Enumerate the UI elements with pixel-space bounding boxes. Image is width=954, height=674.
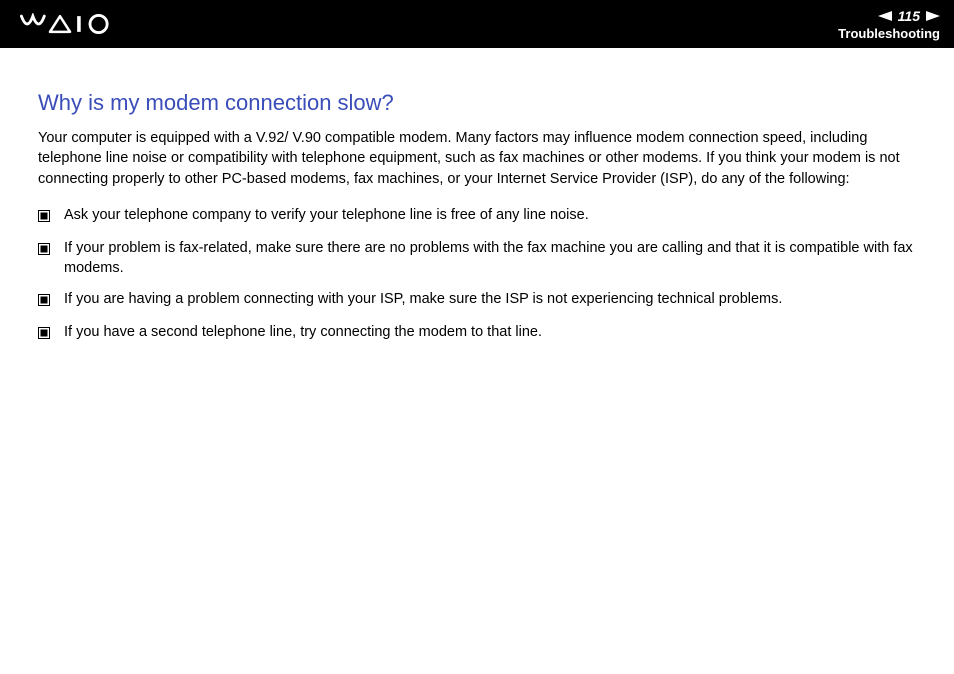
bullet-text: If you have a second telephone line, try… xyxy=(64,322,916,342)
bullet-text: If your problem is fax-related, make sur… xyxy=(64,238,916,279)
vaio-logo xyxy=(20,13,120,35)
bullet-text: If you are having a problem connecting w… xyxy=(64,289,916,309)
content-area: Why is my modem connection slow? Your co… xyxy=(0,48,954,375)
list-item: If your problem is fax-related, make sur… xyxy=(38,238,916,279)
page-number: 115 xyxy=(898,8,920,24)
page-nav: 115 xyxy=(878,8,940,24)
intro-paragraph: Your computer is equipped with a V.92/ V… xyxy=(38,128,916,189)
page-heading: Why is my modem connection slow? xyxy=(38,90,916,116)
list-item: Ask your telephone company to verify you… xyxy=(38,205,916,228)
bullet-icon xyxy=(38,292,50,312)
nav-next-icon[interactable] xyxy=(926,11,940,21)
bullet-icon xyxy=(38,325,50,345)
header-bar: 115 Troubleshooting xyxy=(0,0,954,48)
bullet-list: Ask your telephone company to verify you… xyxy=(38,205,916,345)
bullet-text: Ask your telephone company to verify you… xyxy=(64,205,916,225)
bullet-icon xyxy=(38,208,50,228)
list-item: If you have a second telephone line, try… xyxy=(38,322,916,345)
header-right: 115 Troubleshooting xyxy=(838,8,940,41)
section-title: Troubleshooting xyxy=(838,26,940,41)
bullet-icon xyxy=(38,241,50,261)
list-item: If you are having a problem connecting w… xyxy=(38,289,916,312)
nav-prev-icon[interactable] xyxy=(878,11,892,21)
